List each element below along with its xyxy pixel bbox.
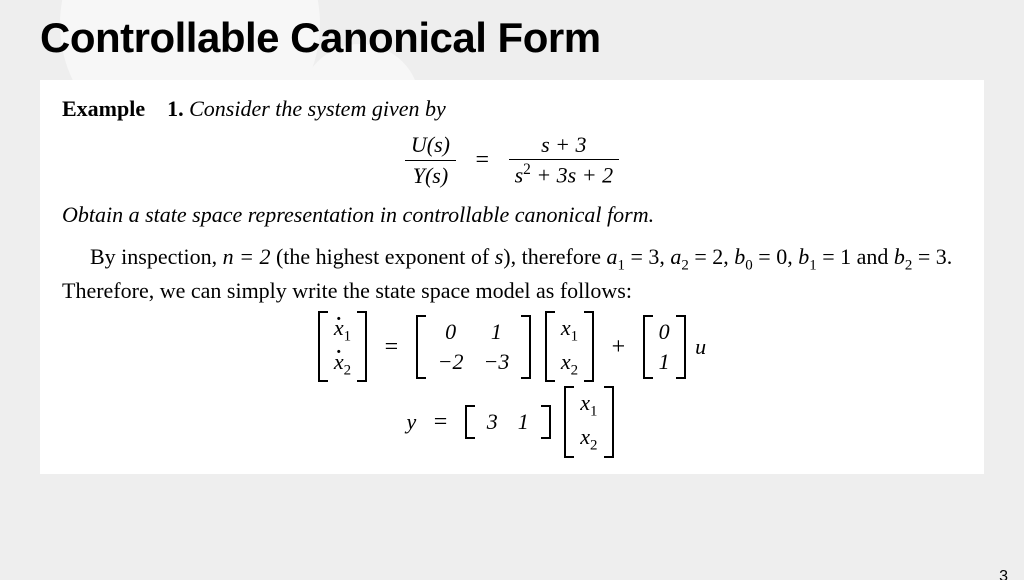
b2: 1 (655, 347, 674, 377)
tf-left-num: U(s) (405, 130, 456, 160)
sol-t2: (the highest exponent of (270, 244, 494, 269)
a22: −3 (474, 347, 520, 377)
y-var: y (406, 407, 416, 437)
b-vector: 01 (643, 315, 686, 378)
a-matrix: 01 −2−3 (416, 315, 532, 378)
solution-paragraph: By inspection, n = 2 (the highest expone… (62, 242, 962, 305)
a11: 0 (428, 317, 474, 347)
state-space-equations: x1 x2 = 01 −2−3 x1 x2 + 01 (62, 311, 962, 457)
c-matrix: 31 (465, 405, 551, 439)
tf-equals: = (476, 144, 490, 176)
sol-t3: ), therefore (503, 244, 606, 269)
sol-b0e: = 0, (753, 244, 798, 269)
page-number: 3 (999, 568, 1008, 580)
x-vector-1: x1 x2 (545, 311, 594, 382)
plus-sign: + (612, 331, 626, 363)
tf-right-den: s2 + 3s + 2 (509, 159, 620, 190)
x2as: 2 (571, 362, 578, 378)
xdot2: x (334, 349, 344, 374)
sol-t1: By inspection, (90, 244, 223, 269)
x1b: x (580, 390, 590, 415)
sol-a1s: 1 (617, 257, 624, 273)
x1bs: 1 (590, 404, 597, 420)
xdot1s: 1 (344, 329, 351, 345)
slide: Controllable Canonical Form Example 1. C… (0, 14, 1024, 580)
tf-den-rest: + 3s + 2 (531, 163, 613, 188)
sol-t4: Therefore, we can simply write the state… (62, 278, 632, 303)
c2: 1 (508, 407, 539, 437)
sol-b2e: = 3. (912, 244, 952, 269)
tf-left-fraction: U(s) Y(s) (405, 130, 456, 190)
sol-a1: a (606, 244, 617, 269)
a21: −2 (428, 347, 474, 377)
problem-statement: Obtain a state space representation in c… (62, 200, 962, 230)
x1as: 1 (571, 329, 578, 345)
output-equation-row: y = 31 x1 x2 (62, 386, 962, 457)
tf-right-num: s + 3 (509, 130, 620, 160)
tf-left-den: Y(s) (405, 160, 456, 191)
sol-b0s: 0 (745, 257, 752, 273)
x-vector-2: x1 x2 (564, 386, 613, 457)
sol-b1: b (798, 244, 809, 269)
c1: 3 (477, 407, 508, 437)
sol-a2s: 2 (681, 257, 688, 273)
u-var: u (695, 332, 706, 362)
x2a: x (561, 349, 571, 374)
tf-den-sq: 2 (523, 161, 531, 178)
sol-a2e: = 2, (689, 244, 734, 269)
eq-sign-2: = (434, 406, 448, 438)
example-number: 1. (167, 96, 184, 121)
sol-b2: b (894, 244, 905, 269)
sol-s: s (495, 244, 504, 269)
sol-a2: a (670, 244, 681, 269)
example-line: Example 1. Consider the system given by (62, 94, 962, 124)
state-equation-row: x1 x2 = 01 −2−3 x1 x2 + 01 (62, 311, 962, 382)
x2bs: 2 (590, 437, 597, 453)
b1: 0 (655, 317, 674, 347)
xdot-vector: x1 x2 (318, 311, 367, 382)
tf-den-s: s (515, 163, 524, 188)
x2b: x (580, 424, 590, 449)
tf-right-fraction: s + 3 s2 + 3s + 2 (509, 130, 620, 191)
content-box: Example 1. Consider the system given by … (40, 80, 984, 474)
sol-b1s: 1 (809, 257, 816, 273)
eq-sign-1: = (385, 331, 399, 363)
a12: 1 (474, 317, 520, 347)
sol-a1e: = 3, (625, 244, 670, 269)
transfer-function: U(s) Y(s) = s + 3 s2 + 3s + 2 (62, 130, 962, 191)
example-label: Example (62, 96, 145, 121)
sol-b0: b (734, 244, 745, 269)
x1a: x (561, 315, 571, 340)
sol-n: n = 2 (223, 244, 271, 269)
xdot2s: 2 (344, 362, 351, 378)
slide-title: Controllable Canonical Form (40, 14, 984, 62)
example-prompt: Consider the system given by (189, 96, 446, 121)
sol-b1e: = 1 and (817, 244, 894, 269)
